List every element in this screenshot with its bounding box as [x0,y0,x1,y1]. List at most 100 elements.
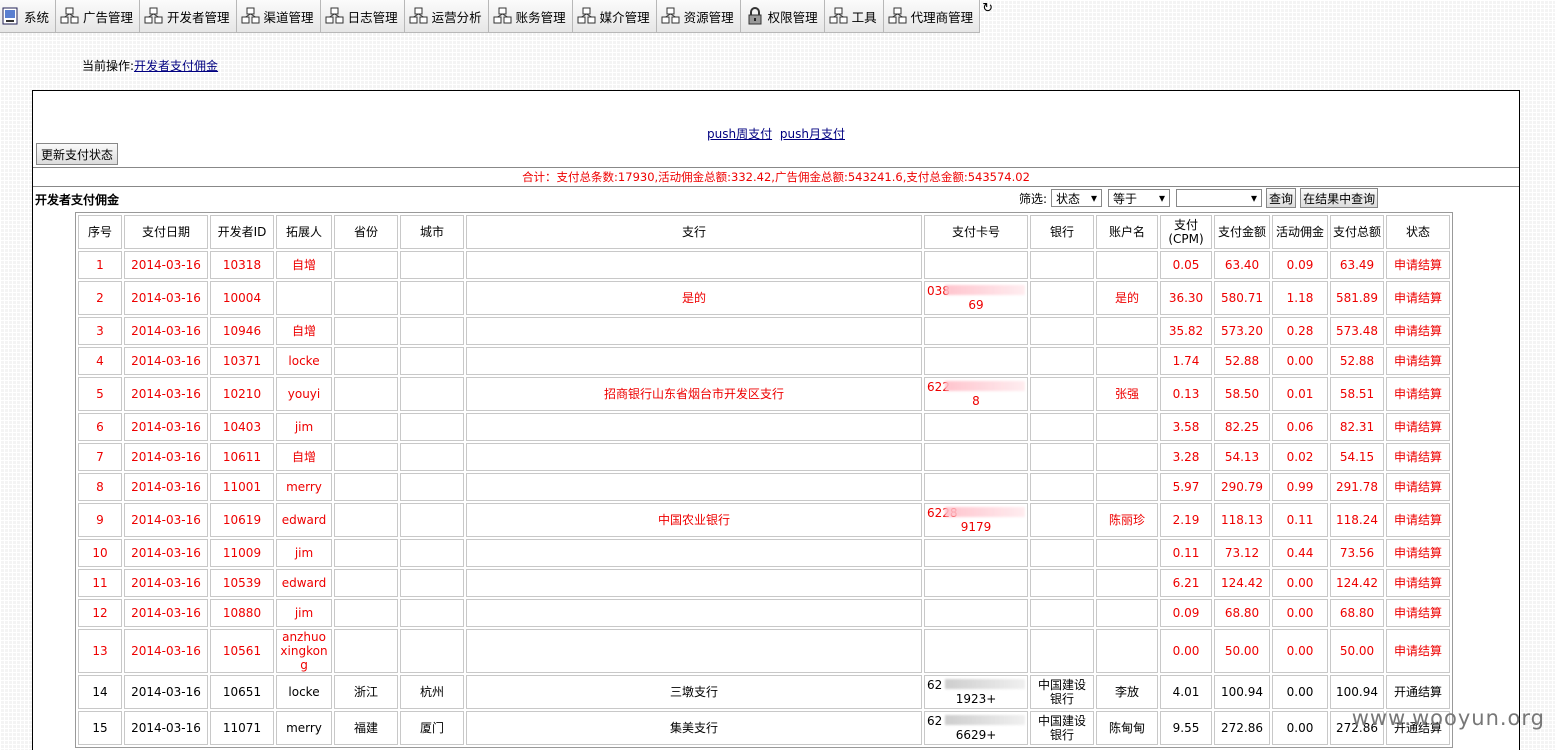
menu-item-8[interactable]: 资源管理 [656,0,741,33]
col-no-cell: 9 [78,503,122,537]
col-status-cell[interactable]: 申请结算 [1386,347,1450,375]
modules-icon [577,7,597,25]
menu-item-11[interactable]: 代理商管理 [883,0,981,33]
col-branch-cell [466,473,922,501]
col-dev-id-cell: 10561 [210,629,274,673]
col-no-cell: 10 [78,539,122,567]
menu-item-label: 日志管理 [347,9,398,25]
col-date-cell: 2014-03-16 [124,347,208,375]
col-activity-cell: 0.01 [1272,377,1328,411]
col-dev-id-cell: 10210 [210,377,274,411]
col-dev-id-cell: 10318 [210,251,274,279]
modules-icon [829,7,849,25]
col-total-cell: 73.56 [1330,539,1384,567]
col-card-cell [924,599,1028,627]
col-status-cell[interactable]: 申请结算 [1386,629,1450,673]
col-status-cell[interactable]: 申请结算 [1386,413,1450,441]
col-province-cell [334,281,398,315]
menu-item-2[interactable]: 开发者管理 [140,0,237,33]
main-panel: push周支付 push月支付 更新支付状态 合计：支付总条数:17930,活动… [32,90,1520,750]
menu-item-0[interactable]: 系统 [0,0,57,33]
col-date-cell: 2014-03-16 [124,377,208,411]
col-dev-id-cell: 10539 [210,569,274,597]
col-activity-cell: 0.00 [1272,675,1328,709]
menu-item-label: 媒介管理 [599,9,650,25]
col-account-cell [1096,317,1158,345]
col-total-cell: 573.48 [1330,317,1384,345]
menu-item-10[interactable]: 工具 [824,0,884,33]
menu-item-9[interactable]: 权限管理 [740,0,825,33]
col-city-cell [400,629,464,673]
col-status-cell[interactable]: 申请结算 [1386,317,1450,345]
col-card-cell: 62 1923+ [924,675,1028,709]
commission-table: 序号 支付日期 开发者ID 拓展人 省份 城市 支行 支付卡号 银行 账户名 支付(CPM) 支付金额… [75,212,1453,748]
table-row: 5 2014-03-16 10210 youyi 招商银行山东省烟台市开发区支行 622 8… [78,377,1450,411]
col-amount-cell: 580.71 [1214,281,1270,315]
col-cpm-cell: 2.19 [1160,503,1212,537]
col-city-cell [400,281,464,315]
col-amount-cell: 68.80 [1214,599,1270,627]
col-status-cell[interactable]: 申请结算 [1386,251,1450,279]
menu-item-1[interactable]: 广告管理 [56,0,141,33]
col-cpm-cell: 36.30 [1160,281,1212,315]
table-row: 12 2014-03-16 10880 jim 0.09 68.80 0.00 68.80 申请… [78,599,1450,627]
col-status-cell[interactable]: 申请结算 [1386,281,1450,315]
col-province-cell [334,629,398,673]
filter-field-select[interactable]: 状态 ▾ [1051,189,1103,207]
card-number-suffix: 8 [972,394,980,408]
breadcrumb-prefix: 当前操作: [82,59,135,73]
menu-item-5[interactable]: 运营分析 [404,0,489,33]
col-date-cell: 2014-03-16 [124,539,208,567]
col-bank-cell [1030,473,1094,501]
breadcrumb-link[interactable]: 开发者支付佣金 [134,59,218,73]
col-no-cell: 13 [78,629,122,673]
push-weekly-link[interactable]: push周支付 [707,127,772,141]
col-status-cell[interactable]: 申请结算 [1386,473,1450,501]
col-account-cell [1096,347,1158,375]
push-monthly-link[interactable]: push月支付 [780,127,845,141]
update-payment-status-button[interactable]: 更新支付状态 [36,143,119,165]
col-dev-id-cell: 11009 [210,539,274,567]
col-cpm-cell: 3.58 [1160,413,1212,441]
col-status-cell[interactable]: 申请结算 [1386,503,1450,537]
col-status-cell[interactable]: 申请结算 [1386,539,1450,567]
filter-value-select[interactable]: ▾ [1176,189,1263,207]
col-status-cell[interactable]: 开通结算 [1386,675,1450,709]
col-province-cell [334,443,398,471]
col-branch-cell [466,629,922,673]
query-button[interactable]: 查询 [1266,188,1297,208]
col-total-cell: 54.15 [1330,443,1384,471]
filter-operator-select[interactable]: 等于 ▾ [1108,189,1171,207]
col-no-header: 序号 [78,215,122,249]
col-branch-cell [466,413,922,441]
col-activity-cell: 0.02 [1272,443,1328,471]
card-number-suffix: 6629+ [955,728,997,742]
refresh-icon[interactable]: ↻ [980,0,993,33]
col-dev-id-header: 开发者ID [210,215,274,249]
col-status-cell[interactable]: 申请结算 [1386,599,1450,627]
table-row: 8 2014-03-16 11001 merry 5.97 290.79 0.99 291.7… [78,473,1450,501]
menu-item-6[interactable]: 账务管理 [488,0,573,33]
menu-item-3[interactable]: 渠道管理 [236,0,321,33]
menu-item-4[interactable]: 日志管理 [320,0,405,33]
col-amount-cell: 573.20 [1214,317,1270,345]
col-no-cell: 7 [78,443,122,471]
modules-icon [241,7,261,25]
refine-query-button[interactable]: 在结果中查询 [1300,188,1379,208]
col-no-cell: 11 [78,569,122,597]
col-card-cell [924,473,1028,501]
col-province-cell [334,251,398,279]
col-promoter-cell: anzhuoxingkong [276,629,332,673]
col-cpm-cell: 4.01 [1160,675,1212,709]
menu-item-label: 系统 [24,9,50,25]
col-status-cell[interactable]: 申请结算 [1386,377,1450,411]
modules-icon [888,7,908,25]
table-header-row: 序号 支付日期 开发者ID 拓展人 省份 城市 支行 支付卡号 银行 账户名 支付(CPM) 支付金额… [78,215,1450,249]
col-no-cell: 5 [78,377,122,411]
col-status-cell[interactable]: 申请结算 [1386,569,1450,597]
col-status-cell[interactable]: 申请结算 [1386,443,1450,471]
col-city-cell [400,443,464,471]
menu-item-7[interactable]: 媒介管理 [572,0,657,33]
col-total-cell: 118.24 [1330,503,1384,537]
col-account-cell: 李放 [1096,675,1158,709]
